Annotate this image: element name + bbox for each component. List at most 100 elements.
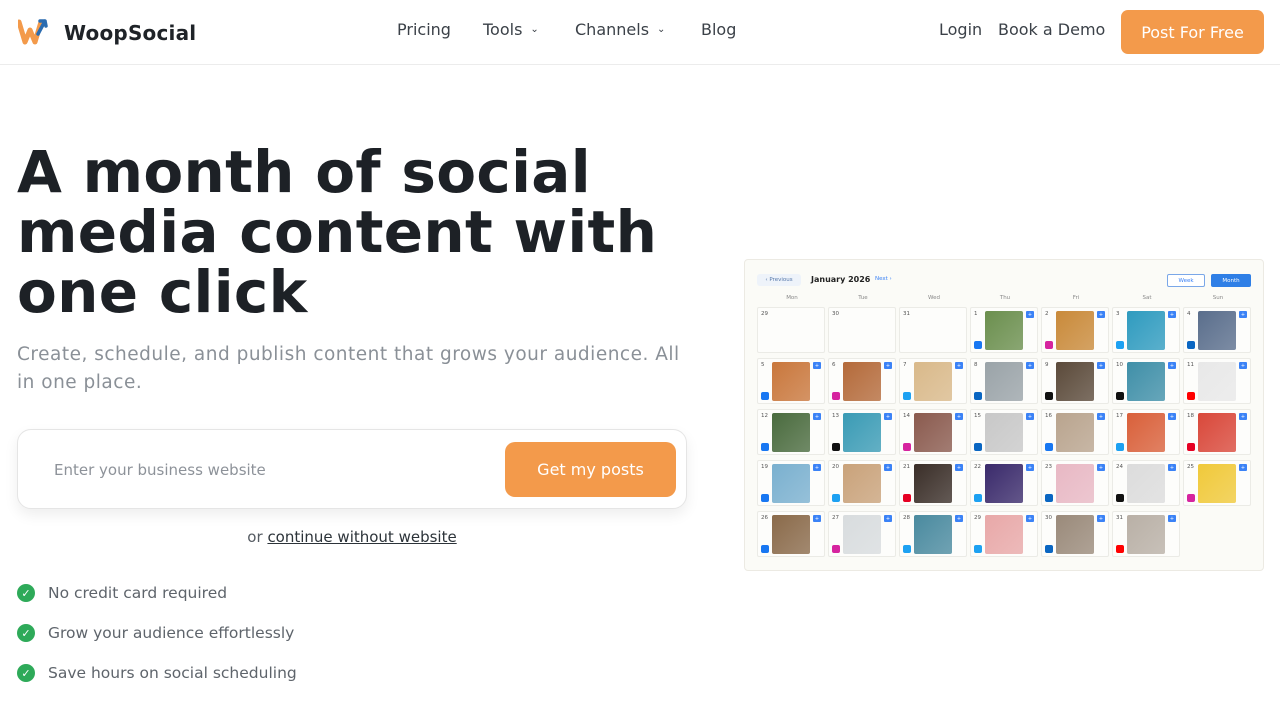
social-network-icon	[761, 545, 769, 553]
day-number: 25	[1187, 464, 1194, 470]
add-post-icon: +	[813, 515, 821, 522]
day-number: 21	[903, 464, 910, 470]
post-thumbnail	[914, 515, 952, 554]
nav-pricing[interactable]: Pricing	[397, 20, 451, 39]
post-thumbnail	[914, 464, 952, 503]
day-number: 23	[1045, 464, 1052, 470]
weekday-label: Tue	[858, 295, 868, 301]
nav-blog[interactable]: Blog	[701, 20, 736, 39]
get-my-posts-button[interactable]: Get my posts	[505, 442, 676, 497]
calendar-day-cell: 17 +	[1112, 409, 1180, 455]
post-thumbnail	[1127, 362, 1165, 401]
day-number: 9	[1045, 362, 1049, 368]
day-number: 28	[903, 515, 910, 521]
calendar-day-cell: 10 +	[1112, 358, 1180, 404]
post-for-free-button[interactable]: Post For Free	[1121, 10, 1264, 54]
month-view-button: Month	[1211, 274, 1251, 287]
benefit-text: Grow your audience effortlessly	[48, 624, 295, 642]
post-thumbnail	[843, 464, 881, 503]
nav-channels[interactable]: Channels ⌄	[575, 20, 665, 39]
day-number: 17	[1116, 413, 1123, 419]
social-network-icon	[761, 392, 769, 400]
nav-pricing-label: Pricing	[397, 20, 451, 39]
social-network-icon	[1116, 443, 1124, 451]
social-network-icon	[1116, 494, 1124, 502]
post-thumbnail	[1056, 464, 1094, 503]
calendar-day-cell: 29 +	[970, 511, 1038, 557]
calendar-day-cell: 4 +	[1183, 307, 1251, 353]
social-network-icon	[1116, 341, 1124, 349]
calendar-day-cell: 20 +	[828, 460, 896, 506]
brand-name[interactable]: WoopSocial	[64, 21, 196, 45]
add-post-icon: +	[1168, 464, 1176, 471]
social-network-icon	[832, 392, 840, 400]
calendar-toolbar: ‹ Previous January 2026 Next › Week Mont…	[757, 272, 1253, 287]
calendar-day-cell: 19 +	[757, 460, 825, 506]
day-number: 6	[832, 362, 836, 368]
nav-tools[interactable]: Tools ⌄	[483, 20, 539, 39]
benefit-item: ✓ No credit card required	[17, 584, 227, 602]
social-network-icon	[1187, 443, 1195, 451]
social-network-icon	[974, 341, 982, 349]
social-network-icon	[1045, 392, 1053, 400]
woopsocial-logo-icon[interactable]	[18, 18, 50, 46]
login-link[interactable]: Login	[939, 20, 982, 39]
day-number: 18	[1187, 413, 1194, 419]
calendar-day-cell: 24 +	[1112, 460, 1180, 506]
add-post-icon: +	[1097, 464, 1105, 471]
calendar-day-cell: 9 +	[1041, 358, 1109, 404]
calendar-day-cell: 12 +	[757, 409, 825, 455]
calendar-day-cell: 13 +	[828, 409, 896, 455]
calendar-day-cell: 8 +	[970, 358, 1038, 404]
book-demo-link[interactable]: Book a Demo	[998, 20, 1105, 39]
day-number: 2	[1045, 311, 1049, 317]
benefit-text: Save hours on social scheduling	[48, 664, 297, 682]
weekday-label: Sat	[1142, 295, 1152, 301]
social-network-icon	[832, 494, 840, 502]
social-network-icon	[974, 443, 982, 451]
week-view-button: Week	[1167, 274, 1205, 287]
social-network-icon	[903, 392, 911, 400]
add-post-icon: +	[1097, 362, 1105, 369]
post-thumbnail	[843, 362, 881, 401]
check-icon: ✓	[17, 664, 35, 682]
check-icon: ✓	[17, 584, 35, 602]
add-post-icon: +	[1097, 311, 1105, 318]
post-thumbnail	[772, 515, 810, 554]
post-thumbnail	[843, 413, 881, 452]
benefit-item: ✓ Save hours on social scheduling	[17, 664, 297, 682]
calendar-day-cell: 6 +	[828, 358, 896, 404]
day-number: 7	[903, 362, 907, 368]
nav-blog-label: Blog	[701, 20, 737, 39]
add-post-icon: +	[1097, 413, 1105, 420]
post-thumbnail	[1056, 515, 1094, 554]
add-post-icon: +	[884, 413, 892, 420]
social-network-icon	[1116, 545, 1124, 553]
social-network-icon	[1187, 392, 1195, 400]
social-network-icon	[903, 443, 911, 451]
day-number: 1	[974, 311, 978, 317]
add-post-icon: +	[1168, 413, 1176, 420]
calendar-day-cell: 3 +	[1112, 307, 1180, 353]
calendar-day-cell: 18 +	[1183, 409, 1251, 455]
calendar-day-cell: 29	[757, 307, 825, 353]
post-thumbnail	[985, 362, 1023, 401]
day-number: 13	[832, 413, 839, 419]
add-post-icon: +	[1097, 515, 1105, 522]
add-post-icon: +	[1026, 515, 1034, 522]
day-number: 11	[1187, 362, 1194, 368]
day-number: 4	[1187, 311, 1191, 317]
check-icon: ✓	[17, 624, 35, 642]
nav-channels-label: Channels	[575, 20, 650, 39]
day-number: 31	[903, 311, 910, 317]
nav-tools-label: Tools	[483, 20, 523, 39]
post-thumbnail	[985, 413, 1023, 452]
continue-without-website-link[interactable]: continue without website	[267, 528, 456, 546]
post-thumbnail	[772, 464, 810, 503]
website-input[interactable]	[38, 452, 478, 488]
day-number: 24	[1116, 464, 1123, 470]
social-network-icon	[761, 443, 769, 451]
day-number: 12	[761, 413, 768, 419]
social-network-icon	[1116, 392, 1124, 400]
weekday-label: Wed	[928, 295, 940, 301]
